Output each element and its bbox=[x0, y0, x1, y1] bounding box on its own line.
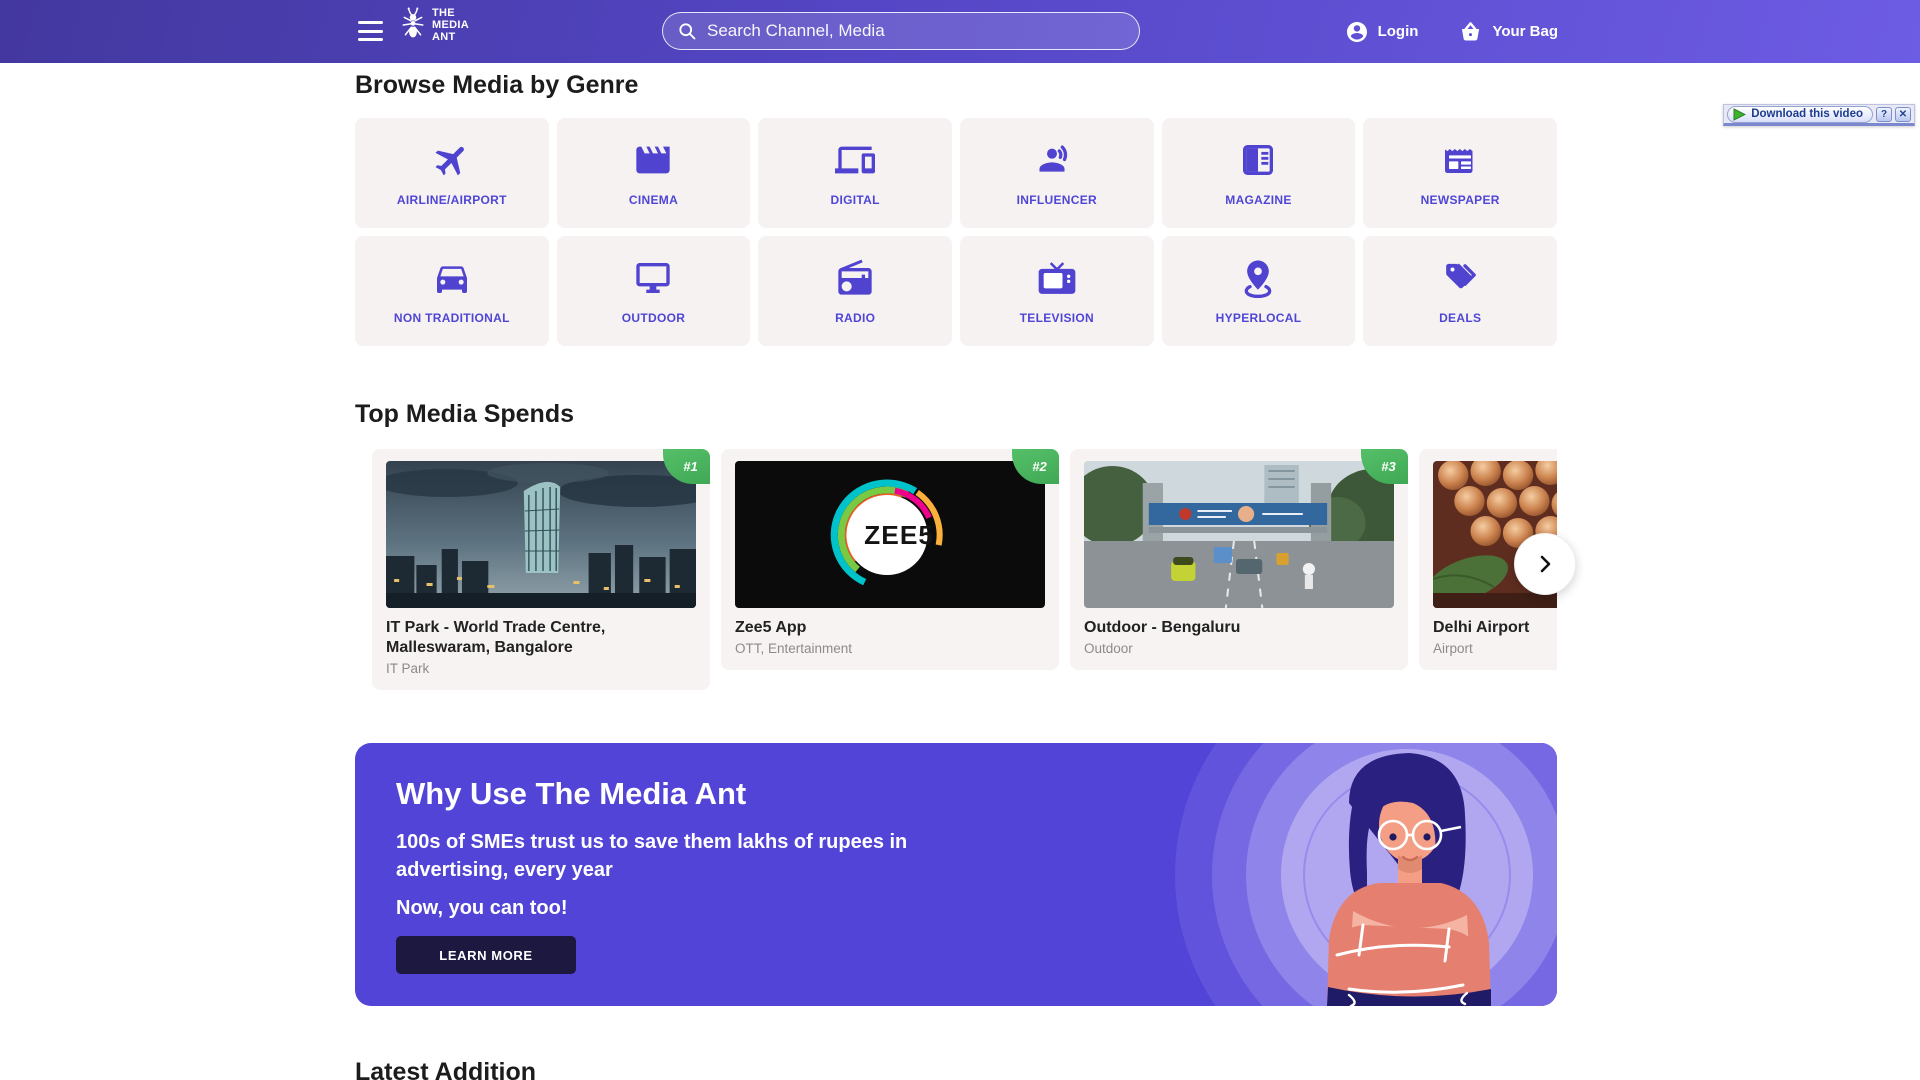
download-close-button[interactable]: ✕ bbox=[1895, 107, 1911, 122]
top-navbar: THE MEDIA ANT Login Your Bag bbox=[0, 0, 1920, 63]
chevron-right-icon bbox=[1533, 552, 1557, 576]
card-title: IT Park - World Trade Centre, Malleswara… bbox=[386, 618, 696, 658]
genre-label: INFLUENCER bbox=[1017, 193, 1097, 207]
genre-tile-radio[interactable]: RADIO bbox=[758, 236, 952, 346]
media-spends-carousel: #1 bbox=[355, 449, 1557, 690]
card-title: Outdoor - Bengaluru bbox=[1084, 618, 1394, 638]
genre-label: AIRLINE/AIRPORT bbox=[397, 193, 507, 207]
genre-tile-airline-airport[interactable]: AIRLINE/AIRPORT bbox=[355, 118, 549, 228]
carousel-next-button[interactable] bbox=[1514, 533, 1576, 595]
genre-tile-non-traditional[interactable]: NON TRADITIONAL bbox=[355, 236, 549, 346]
play-icon bbox=[1733, 108, 1746, 121]
airplane-icon bbox=[432, 140, 472, 180]
it-park-image bbox=[386, 461, 696, 608]
genre-label: CINEMA bbox=[629, 193, 678, 207]
browse-genre-title: Browse Media by Genre bbox=[355, 71, 1557, 100]
genre-label: OUTDOOR bbox=[622, 311, 685, 325]
genre-label: MAGAZINE bbox=[1225, 193, 1291, 207]
genre-grid: AIRLINE/AIRPORT CINEMA DIGITAL INFLUENCE… bbox=[355, 118, 1557, 346]
media-card-outdoor-bengaluru[interactable]: #3 bbox=[1070, 449, 1408, 670]
hamburger-menu-icon[interactable] bbox=[358, 21, 383, 41]
media-card-it-park[interactable]: #1 bbox=[372, 449, 710, 690]
clapperboard-icon bbox=[633, 140, 673, 180]
genre-label: DIGITAL bbox=[831, 193, 880, 207]
genre-tile-television[interactable]: TELEVISION bbox=[960, 236, 1154, 346]
bag-label: Your Bag bbox=[1492, 23, 1558, 40]
person-broadcast-icon bbox=[1037, 140, 1077, 180]
learn-more-button[interactable]: LEARN MORE bbox=[396, 936, 576, 974]
tv-icon bbox=[1037, 258, 1077, 298]
genre-label: DEALS bbox=[1439, 311, 1481, 325]
download-help-button[interactable]: ? bbox=[1876, 107, 1892, 122]
search-bar bbox=[662, 12, 1140, 50]
genre-label: NON TRADITIONAL bbox=[394, 311, 510, 325]
card-title: Zee5 App bbox=[735, 618, 1045, 638]
genre-tile-magazine[interactable]: MAGAZINE bbox=[1162, 118, 1356, 228]
genre-tile-cinema[interactable]: CINEMA bbox=[557, 118, 751, 228]
top-media-spends-title: Top Media Spends bbox=[355, 400, 1557, 429]
banner-line1: 100s of SMEs trust us to save them lakhs… bbox=[396, 828, 961, 884]
location-pin-icon bbox=[1238, 258, 1278, 298]
ant-icon bbox=[400, 5, 426, 45]
banner-line2: Now, you can too! bbox=[396, 897, 1557, 920]
media-ant-logo[interactable]: THE MEDIA ANT bbox=[400, 5, 469, 45]
download-video-button[interactable]: Download this video bbox=[1727, 106, 1873, 123]
magazine-icon bbox=[1238, 140, 1278, 180]
genre-tile-newspaper[interactable]: NEWSPAPER bbox=[1363, 118, 1557, 228]
zee5-logo-text: ZEE5 bbox=[864, 520, 934, 550]
card-title: Delhi Airport bbox=[1433, 618, 1557, 638]
genre-label: TELEVISION bbox=[1020, 311, 1094, 325]
genre-tile-influencer[interactable]: INFLUENCER bbox=[960, 118, 1154, 228]
car-icon bbox=[432, 258, 472, 298]
genre-label: HYPERLOCAL bbox=[1216, 311, 1302, 325]
genre-label: RADIO bbox=[835, 311, 875, 325]
card-subtitle: Outdoor bbox=[1084, 641, 1394, 656]
login-label: Login bbox=[1378, 23, 1419, 40]
radio-icon bbox=[835, 258, 875, 298]
search-input[interactable] bbox=[707, 21, 1125, 41]
zee5-image: ZEE5 bbox=[735, 461, 1045, 608]
genre-label: NEWSPAPER bbox=[1421, 193, 1500, 207]
genre-tile-outdoor[interactable]: OUTDOOR bbox=[557, 236, 751, 346]
logo-text: THE MEDIA ANT bbox=[432, 7, 469, 44]
banner-title: Why Use The Media Ant bbox=[396, 776, 1557, 812]
genre-tile-digital[interactable]: DIGITAL bbox=[758, 118, 952, 228]
card-subtitle: OTT, Entertainment bbox=[735, 641, 1045, 656]
genre-tile-hyperlocal[interactable]: HYPERLOCAL bbox=[1162, 236, 1356, 346]
outdoor-bengaluru-image bbox=[1084, 461, 1394, 608]
tags-icon bbox=[1440, 258, 1480, 298]
download-video-overlay: Download this video ? ✕ bbox=[1723, 104, 1915, 126]
newspaper-icon bbox=[1440, 140, 1480, 180]
download-video-label: Download this video bbox=[1751, 108, 1863, 120]
devices-icon bbox=[835, 140, 875, 180]
search-icon bbox=[677, 21, 697, 41]
media-card-zee5[interactable]: #2 ZEE5 bbox=[721, 449, 1059, 670]
card-subtitle: IT Park bbox=[386, 661, 696, 676]
login-button[interactable]: Login bbox=[1345, 20, 1419, 44]
card-subtitle: Airport bbox=[1433, 641, 1557, 656]
bag-icon bbox=[1458, 20, 1483, 44]
your-bag-button[interactable]: Your Bag bbox=[1458, 20, 1558, 44]
latest-addition-title: Latest Addition bbox=[355, 1058, 1557, 1080]
genre-tile-deals[interactable]: DEALS bbox=[1363, 236, 1557, 346]
why-use-banner: Why Use The Media Ant 100s of SMEs trust… bbox=[355, 743, 1557, 1006]
account-icon bbox=[1345, 20, 1369, 44]
billboard-icon bbox=[633, 258, 673, 298]
